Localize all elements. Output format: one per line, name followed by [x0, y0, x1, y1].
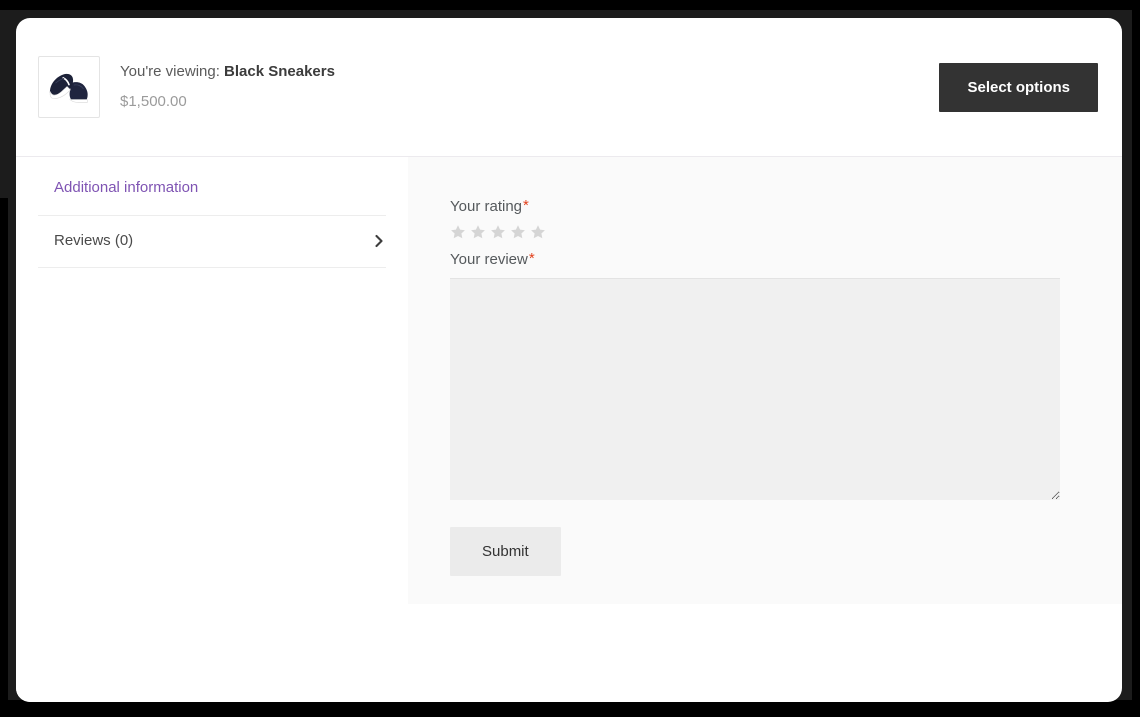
- review-field-label: Your review*: [450, 250, 1076, 270]
- chevron-right-icon: [375, 234, 383, 247]
- sidebar-item-label: Reviews (0): [54, 232, 134, 249]
- star-icon-2[interactable]: [470, 224, 486, 240]
- review-form-panel: Your rating* Your review* Submit: [408, 157, 1122, 604]
- bottom-black-strip: [0, 700, 1140, 717]
- sidebar-item-additional-information[interactable]: Additional information: [38, 179, 386, 216]
- product-name: Black Sneakers: [224, 63, 335, 80]
- star-icon-4[interactable]: [510, 224, 526, 240]
- star-icon-1[interactable]: [450, 224, 466, 240]
- review-label-text: Your review: [450, 251, 528, 268]
- product-modal: You're viewing: Black Sneakers $1,500.00…: [16, 18, 1122, 702]
- product-thumbnail[interactable]: [38, 56, 100, 118]
- rating-stars[interactable]: [450, 224, 1076, 240]
- star-icon-3[interactable]: [490, 224, 506, 240]
- rating-label-text: Your rating: [450, 198, 522, 215]
- rating-field-label: Your rating*: [450, 197, 1076, 217]
- review-required-mark: *: [528, 250, 535, 267]
- product-price: $1,500.00: [120, 93, 187, 110]
- viewing-prefix: You're viewing:: [120, 63, 220, 80]
- product-meta: You're viewing: Black Sneakers $1,500.00: [120, 62, 939, 112]
- review-textarea[interactable]: [450, 278, 1060, 500]
- screen-root: You're viewing: Black Sneakers $1,500.00…: [0, 0, 1140, 717]
- viewing-line: You're viewing: Black Sneakers: [120, 62, 939, 82]
- submit-button[interactable]: Submit: [450, 527, 561, 576]
- tab-side-nav: Additional information Reviews (0): [16, 157, 408, 702]
- sneakers-image: [42, 60, 96, 114]
- sidebar-item-label: Additional information: [54, 179, 199, 196]
- product-summary-bar: You're viewing: Black Sneakers $1,500.00…: [16, 18, 1122, 157]
- star-icon-5[interactable]: [530, 224, 546, 240]
- modal-body: Additional information Reviews (0) Your …: [16, 157, 1122, 702]
- select-options-button[interactable]: Select options: [939, 62, 1098, 112]
- left-black-gutter: [0, 198, 8, 700]
- sidebar-item-reviews[interactable]: Reviews (0): [38, 216, 386, 268]
- right-black-gutter: [1132, 10, 1140, 700]
- rating-required-mark: *: [523, 197, 529, 214]
